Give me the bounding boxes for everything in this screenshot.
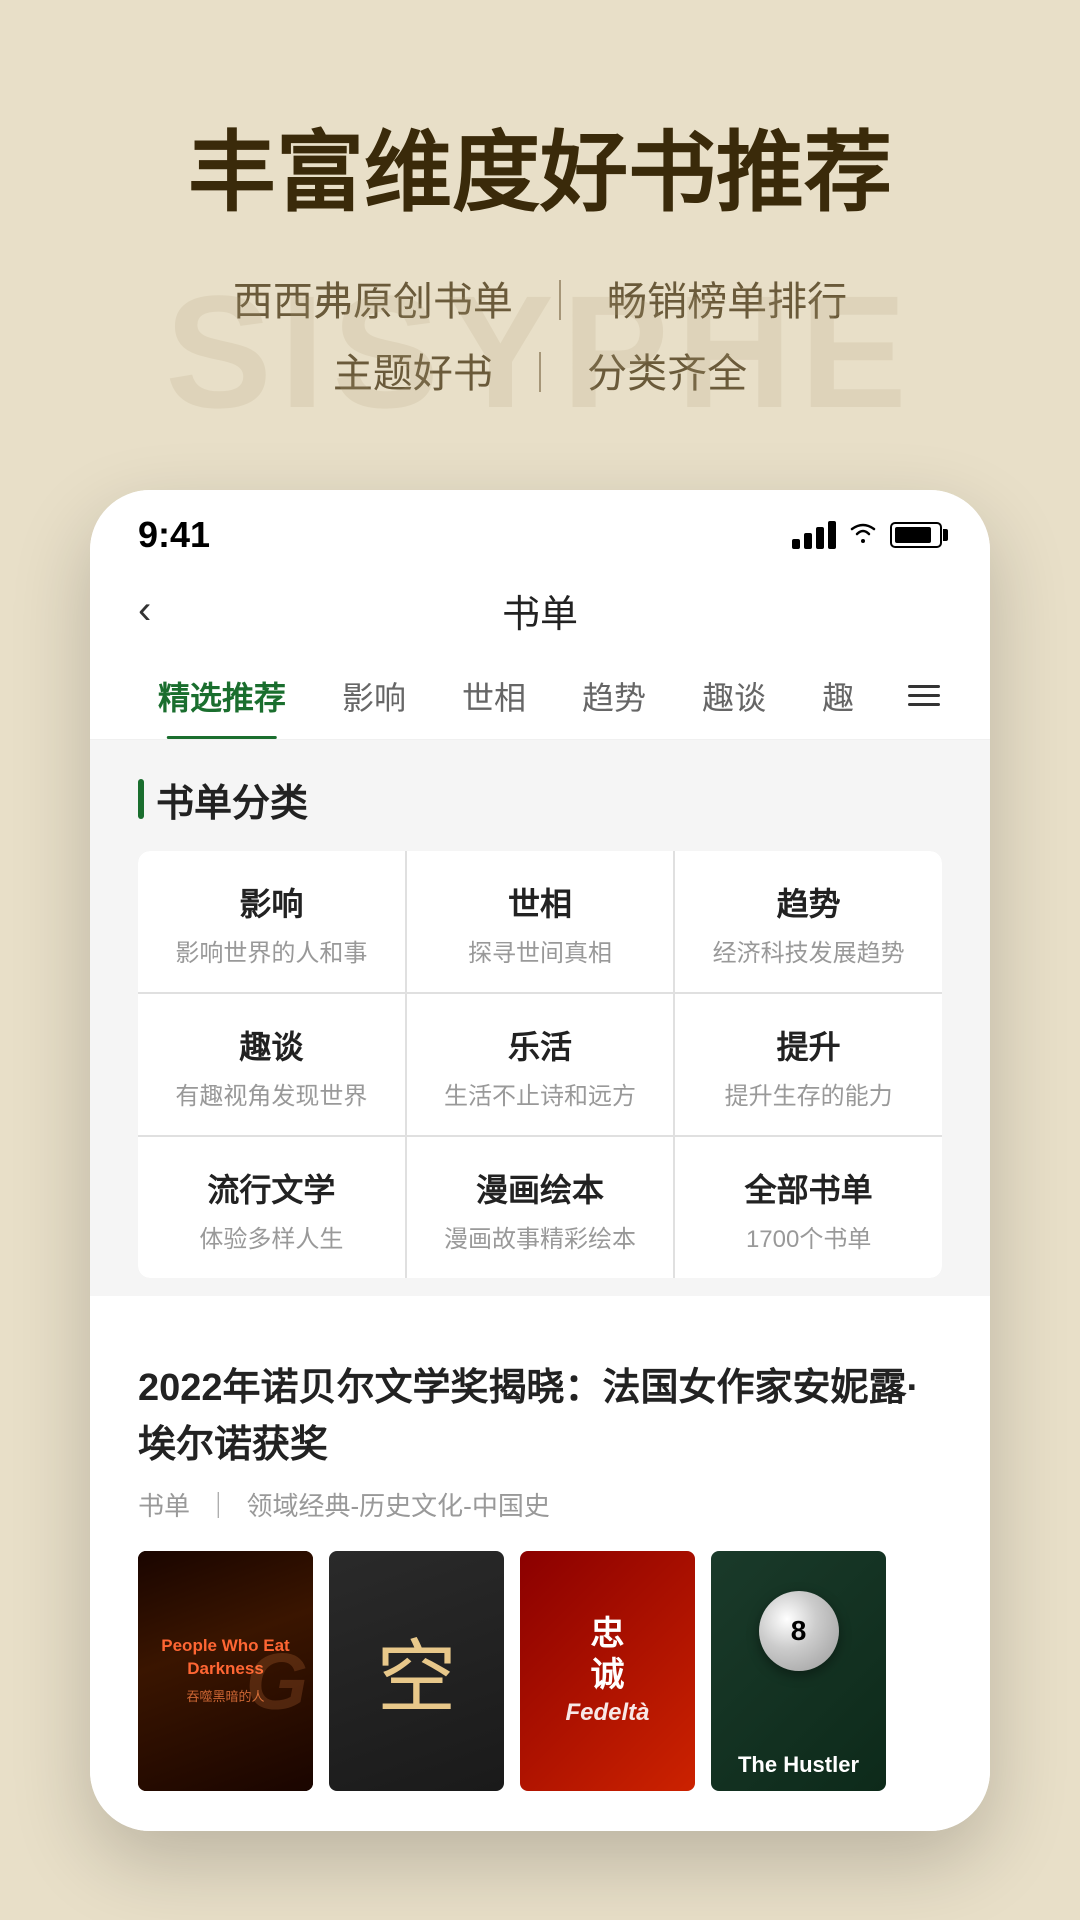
tab-trend[interactable]: 趋势 xyxy=(554,653,674,739)
featured-meta-sep: ｜ xyxy=(205,1491,231,1521)
tab-menu-button[interactable] xyxy=(898,665,950,726)
status-icons xyxy=(792,519,942,551)
category-item-improve[interactable]: 提升 提升生存的能力 xyxy=(675,994,942,1135)
status-time: 9:41 xyxy=(138,514,210,556)
book-covers: People Who Eat Darkness 吞噬黑暗的人 G 空 忠诚 Fe… xyxy=(138,1551,942,1791)
tab-more-text[interactable]: 趣 xyxy=(794,653,882,739)
hero-divider2: ｜ xyxy=(520,352,560,396)
category-item-trend[interactable]: 趋势 经济科技发展趋势 xyxy=(675,851,942,992)
hero-subtitle-part1: 西西弗原创书单 xyxy=(233,280,513,324)
hero-subtitle: 西西弗原创书单 ｜ 畅销榜单排行 主题好书 ｜ 分类齐全 xyxy=(60,266,1020,410)
hero-subtitle-part3: 主题好书 xyxy=(333,352,493,396)
menu-line-3 xyxy=(908,703,940,706)
book-cover-1[interactable]: People Who Eat Darkness 吞噬黑暗的人 G xyxy=(138,1551,313,1791)
status-bar: 9:41 xyxy=(90,490,990,568)
category-item-fun[interactable]: 趣谈 有趣视角发现世界 xyxy=(138,994,405,1135)
category-item-influence[interactable]: 影响 影响世界的人和事 xyxy=(138,851,405,992)
tab-featured[interactable]: 精选推荐 xyxy=(130,653,314,739)
book-3-title: Fedeltà xyxy=(565,1699,649,1727)
tab-fun[interactable]: 趣谈 xyxy=(674,653,794,739)
featured-meta-category: 领域经典-历史文化-中国史 xyxy=(247,1491,550,1521)
tab-navigation: 精选推荐 影响 世相 趋势 趣谈 趣 xyxy=(90,653,990,740)
wifi-icon xyxy=(848,519,878,551)
category-section: 书单分类 影响 影响世界的人和事 世相 探寻世间真相 趋势 经济科技发展趋势 趣… xyxy=(90,740,990,1296)
page-title: 书单 xyxy=(502,583,578,638)
hero-subtitle-part2: 畅销榜单排行 xyxy=(607,280,847,324)
hero-section: SISYPHE 丰富维度好书推荐 西西弗原创书单 ｜ 畅销榜单排行 主题好书 ｜… xyxy=(0,0,1080,490)
featured-card[interactable]: 2022年诺贝尔文学奖揭晓：法国女作家安妮露·埃尔诺获奖 书单 ｜ 领域经典-历… xyxy=(90,1320,990,1831)
category-item-life[interactable]: 乐活 生活不止诗和远方 xyxy=(407,994,674,1135)
book-cover-3[interactable]: 忠诚 Fedeltà xyxy=(520,1551,695,1791)
book-2-title: 空 xyxy=(377,1613,457,1729)
menu-line-1 xyxy=(908,685,940,688)
category-grid: 影响 影响世界的人和事 世相 探寻世间真相 趋势 经济科技发展趋势 趣谈 有趣视… xyxy=(138,851,942,1278)
phone-mockup: 9:41 ‹ 书单 精选推 xyxy=(90,490,990,1831)
category-item-all[interactable]: 全部书单 1700个书单 xyxy=(675,1137,942,1278)
hero-subtitle-part4: 分类齐全 xyxy=(587,352,747,396)
category-item-fiction[interactable]: 流行文学 体验多样人生 xyxy=(138,1137,405,1278)
tab-influence[interactable]: 影响 xyxy=(314,653,434,739)
book-cover-2[interactable]: 空 xyxy=(329,1551,504,1791)
battery-icon xyxy=(890,522,942,548)
billiard-ball-icon xyxy=(759,1591,839,1671)
tab-world[interactable]: 世相 xyxy=(434,653,554,739)
section-title: 书单分类 xyxy=(138,772,942,827)
app-header: ‹ 书单 xyxy=(90,568,990,653)
book-cover-4[interactable]: The Hustler xyxy=(711,1551,886,1791)
back-button[interactable]: ‹ xyxy=(138,588,151,633)
category-item-world[interactable]: 世相 探寻世间真相 xyxy=(407,851,674,992)
book-3-subtitle: 忠诚 xyxy=(591,1614,625,1696)
featured-title: 2022年诺贝尔文学奖揭晓：法国女作家安妮露·埃尔诺获奖 xyxy=(138,1360,942,1474)
menu-line-2 xyxy=(908,694,940,697)
category-item-manga[interactable]: 漫画绘本 漫画故事精彩绘本 xyxy=(407,1137,674,1278)
hero-divider1: ｜ xyxy=(540,280,580,324)
book-4-title: The Hustler xyxy=(738,1752,859,1778)
featured-meta: 书单 ｜ 领域经典-历史文化-中国史 xyxy=(138,1486,942,1523)
title-accent-bar xyxy=(138,779,144,819)
featured-meta-type: 书单 xyxy=(138,1491,190,1521)
signal-icon xyxy=(792,521,836,549)
hero-title: 丰富维度好书推荐 xyxy=(60,120,1020,226)
